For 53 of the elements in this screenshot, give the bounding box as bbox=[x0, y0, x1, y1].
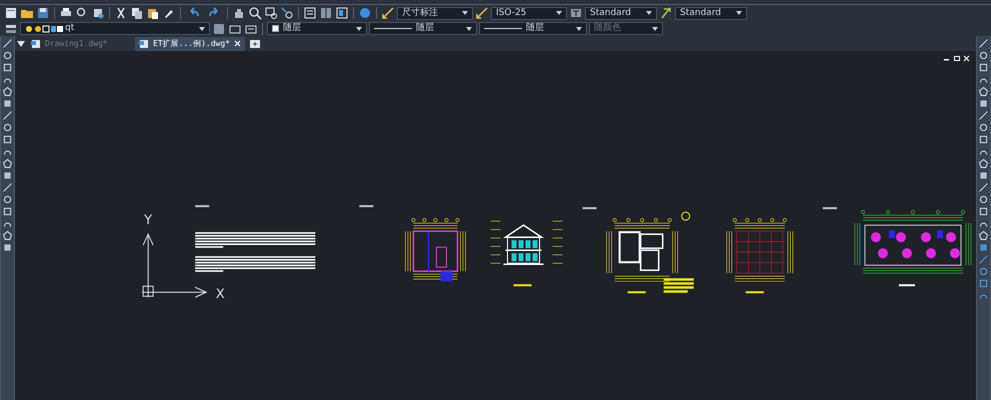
tool-palette-icon[interactable] bbox=[335, 6, 349, 20]
drawing-file-icon bbox=[31, 38, 41, 48]
caret-icon bbox=[556, 11, 562, 15]
design-center-icon[interactable] bbox=[319, 6, 333, 20]
line-icon[interactable] bbox=[2, 38, 13, 49]
caret-icon bbox=[466, 26, 472, 30]
table-style-icon[interactable] bbox=[659, 6, 673, 20]
dropdown[interactable]: 随层 bbox=[369, 22, 477, 35]
axis-label: X bbox=[216, 287, 225, 302]
dropdown[interactable]: 随层 bbox=[267, 22, 367, 35]
line-sample-icon bbox=[374, 28, 412, 29]
make-current-layer-icon[interactable] bbox=[212, 22, 226, 36]
close-icon[interactable] bbox=[963, 55, 970, 62]
close-icon[interactable] bbox=[234, 40, 241, 47]
publish-icon[interactable] bbox=[91, 6, 105, 20]
layer-state-icons bbox=[25, 24, 63, 34]
save-icon[interactable] bbox=[36, 6, 50, 20]
properties-icon[interactable] bbox=[303, 6, 317, 20]
dropdown[interactable]: Standard bbox=[675, 6, 747, 20]
drawing-file-icon bbox=[139, 38, 149, 48]
dropdown[interactable]: ISO-25 bbox=[491, 6, 567, 20]
dropdown[interactable]: 随层 bbox=[479, 22, 587, 35]
color-swatch-icon bbox=[272, 25, 279, 32]
caret-icon bbox=[199, 26, 205, 30]
dimension-style-icon[interactable] bbox=[475, 6, 489, 20]
minimize-icon[interactable] bbox=[944, 59, 949, 60]
zoom-window-icon[interactable] bbox=[264, 6, 278, 20]
caret-icon bbox=[646, 11, 652, 15]
axis-label: Y bbox=[144, 213, 152, 228]
zoom-previous-icon[interactable] bbox=[280, 6, 294, 20]
caret-icon bbox=[736, 11, 742, 15]
dropdown[interactable]: 尺寸标注 bbox=[397, 6, 473, 20]
paste-icon[interactable] bbox=[146, 6, 160, 20]
dropdown[interactable]: Standard bbox=[585, 6, 657, 20]
x-axis-arrow bbox=[142, 286, 208, 298]
document-tab[interactable]: ET扩展...例).dwg* bbox=[135, 36, 245, 50]
ucs-origin-icon bbox=[142, 286, 154, 297]
tab-menu-caret-icon[interactable] bbox=[17, 40, 25, 46]
line-sample-icon bbox=[484, 28, 522, 29]
new-file-icon[interactable] bbox=[4, 6, 18, 20]
y-axis-arrow bbox=[142, 232, 154, 298]
layer-dropdown[interactable]: qt bbox=[20, 22, 210, 35]
new-tab-icon[interactable] bbox=[249, 38, 261, 48]
caret-icon bbox=[356, 26, 362, 30]
zoom-icon[interactable] bbox=[248, 6, 262, 20]
restore-icon[interactable] bbox=[954, 56, 960, 61]
caret-icon bbox=[652, 26, 658, 30]
caret-icon bbox=[576, 26, 582, 30]
caret-icon bbox=[462, 11, 468, 15]
dimension-style-icon[interactable] bbox=[381, 6, 395, 20]
help-icon[interactable] bbox=[358, 6, 372, 20]
copy-icon[interactable] bbox=[130, 6, 144, 20]
text-style-icon[interactable] bbox=[569, 6, 583, 20]
